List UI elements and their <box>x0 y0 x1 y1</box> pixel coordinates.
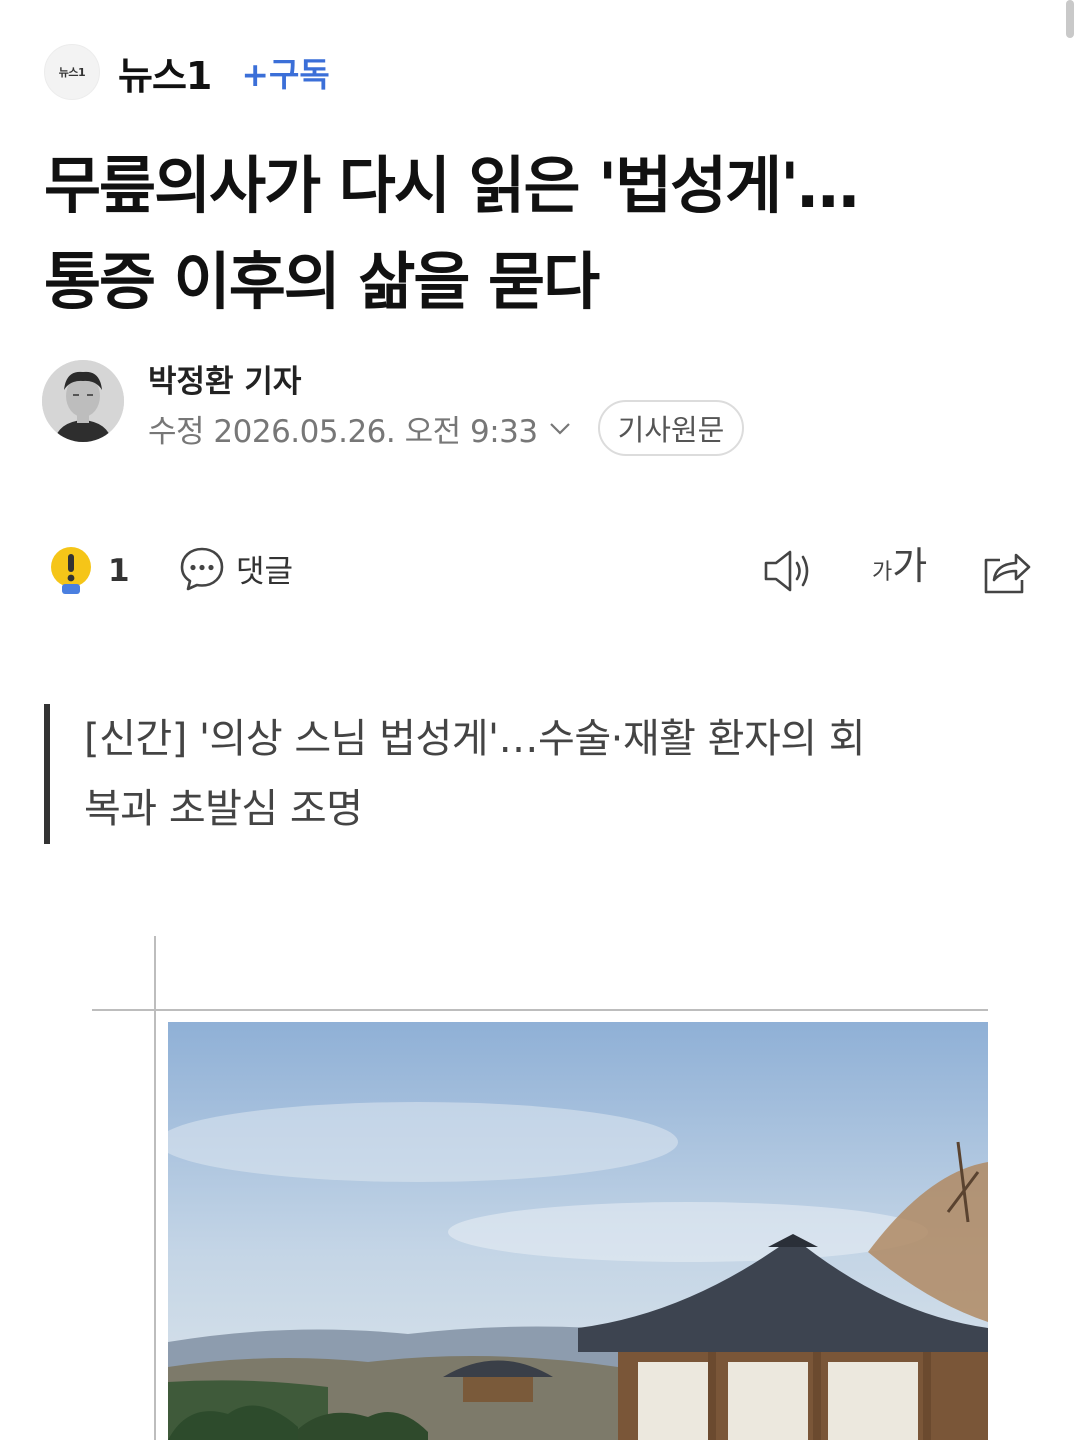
font-size-big: 가 <box>892 544 928 588</box>
press-logo[interactable]: 뉴스1 <box>44 44 100 100</box>
font-size-icon[interactable]: 가 가 <box>872 546 927 586</box>
updated-time: 수정 2026.05.26. 오전 9:33 <box>148 413 538 450</box>
article-subtitle-line-2: 복과 초발심 조명 <box>84 786 363 832</box>
reaction-count: 1 <box>108 553 130 589</box>
comment-label: 댓글 <box>236 553 294 590</box>
font-size-small: 가 <box>872 560 893 585</box>
share-icon[interactable] <box>980 546 1032 596</box>
press-name[interactable]: 뉴스1 <box>118 45 212 100</box>
article-toolbar: 1 댓글 가 가 <box>44 540 1040 606</box>
photo-frame-line-vertical <box>154 936 156 1440</box>
temple-landscape-image <box>168 1022 988 1440</box>
scrollbar[interactable] <box>1066 0 1074 38</box>
article-photo[interactable] <box>168 1022 988 1440</box>
press-logo-text: 뉴스1 <box>58 66 86 79</box>
article-title-line-2: 통증 이후의 삶을 묻다 <box>44 245 600 318</box>
article-subtitle-line-1: [신간] '의상 스님 법성게'…수술·재활 환자의 회 <box>84 716 866 762</box>
speech-bubble-icon <box>180 547 224 591</box>
speaker-icon[interactable] <box>762 546 816 596</box>
article-subtitle: [신간] '의상 스님 법성게'…수술·재활 환자의 회 복과 초발심 조명 <box>44 704 1004 844</box>
reaction-button[interactable]: 1 <box>48 546 130 596</box>
article-title: 무릎의사가 다시 읽은 '법성게'… 통증 이후의 삶을 묻다 <box>44 138 1044 330</box>
reporter-name[interactable]: 박정환 기자 <box>148 356 301 401</box>
original-article-button[interactable]: 기사원문 <box>597 400 745 456</box>
original-article-label: 기사원문 <box>617 413 725 447</box>
subscribe-button[interactable]: +구독 <box>241 48 329 96</box>
comment-button[interactable]: 댓글 <box>178 544 293 592</box>
article-meta: 수정 2026.05.26. 오전 9:33 기사원문 <box>148 400 745 456</box>
chevron-down-icon[interactable] <box>546 414 574 442</box>
exclamation-bulb-icon <box>51 547 91 594</box>
photo-frame-line-horizontal <box>92 1009 988 1011</box>
press-header: 뉴스1 뉴스1 +구독 <box>44 44 330 100</box>
reporter-avatar[interactable] <box>42 360 124 442</box>
article-title-line-1: 무릎의사가 다시 읽은 '법성게'… <box>44 149 859 222</box>
reporter-photo <box>42 360 124 442</box>
article-page: 뉴스1 뉴스1 +구독 무릎의사가 다시 읽은 '법성게'… 통증 이후의 삶을… <box>0 0 1080 1440</box>
